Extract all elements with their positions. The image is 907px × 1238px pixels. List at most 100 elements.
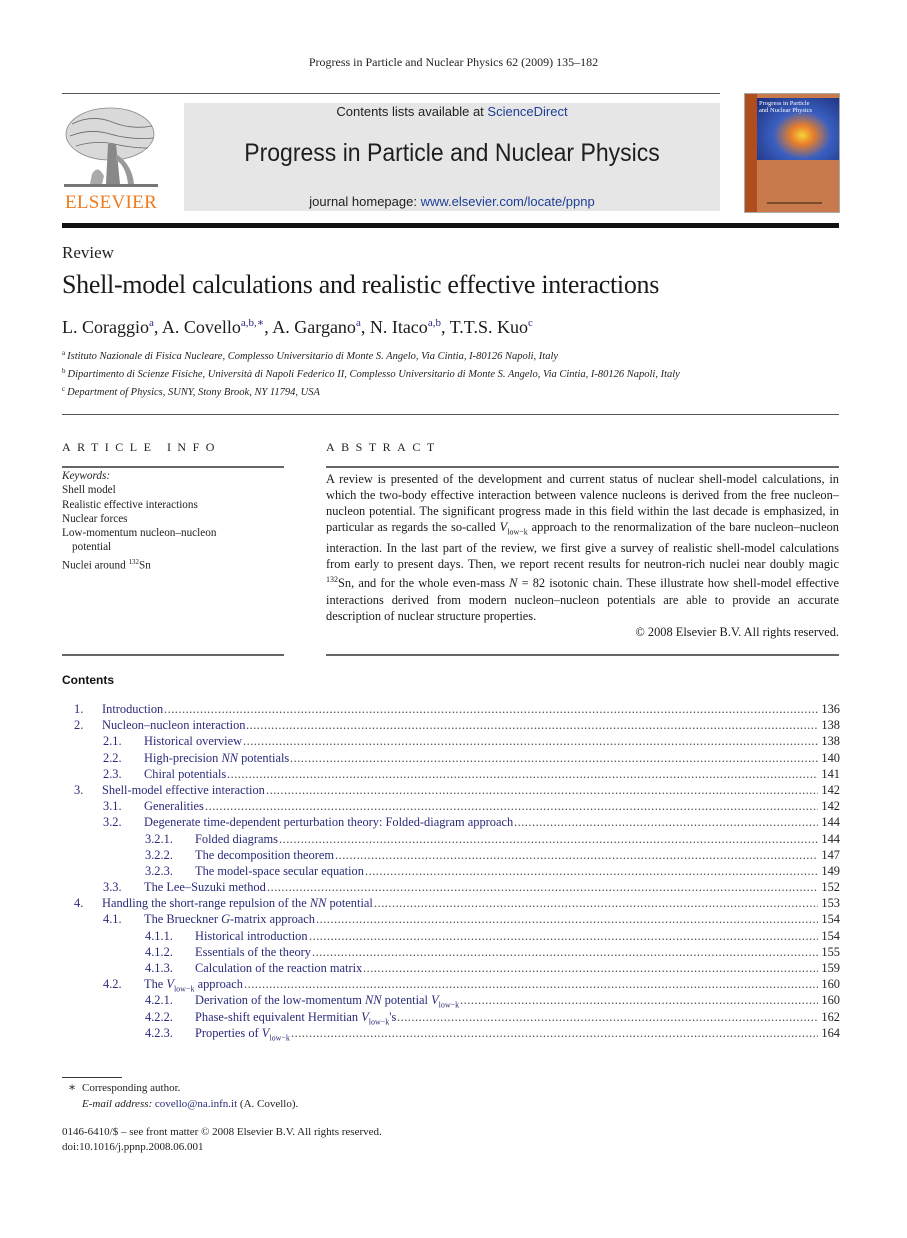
journal-homepage-line: journal homepage: www.elsevier.com/locat… — [184, 194, 720, 209]
toc-entry[interactable]: 4.2.2. Phase-shift equivalent Hermitian V… — [62, 1009, 842, 1026]
article-type: Review — [62, 243, 114, 262]
elsevier-logo[interactable]: ELSEVIER — [62, 104, 160, 214]
author: T.T.S. Kuo — [449, 317, 528, 337]
author-affil-link[interactable]: a — [356, 317, 361, 329]
toc-entry[interactable]: 4.1.1. Historical introduction...........… — [62, 928, 842, 944]
toc-entry-link[interactable]: Properties of Vlow−k — [195, 1025, 290, 1047]
toc-page-number: 152 — [821, 880, 840, 895]
doi-link[interactable]: doi:10.1016/j.ppnp.2008.06.001 — [62, 1141, 203, 1153]
toc-page-number: 154 — [821, 912, 840, 927]
toc-entry[interactable]: 1. Introduction..........................… — [62, 701, 842, 717]
toc-entry[interactable]: 4.2.1. Derivation of the low-momentum NN … — [62, 992, 842, 1009]
keyword-sup: 132 — [128, 557, 139, 566]
toc-entry-link[interactable]: Calculation of the reaction matrix — [195, 960, 362, 976]
toc-entry[interactable]: 2.3. Chiral potentials...................… — [62, 766, 842, 782]
email-line: E-mail address: covello@na.infn.it (A. C… — [82, 1098, 298, 1110]
toc-entry[interactable]: 2.1. Historical overview.................… — [62, 733, 842, 749]
toc-leader-dots: ........................................… — [290, 750, 818, 765]
toc-page-number: 159 — [821, 961, 840, 975]
toc-entry-number: 3.1. — [103, 799, 122, 814]
toc-leader-dots: ........................................… — [243, 734, 818, 749]
toc-entry-link[interactable]: Generalities — [144, 798, 204, 814]
toc-entry-link[interactable]: Folded diagrams — [195, 831, 278, 847]
author: A. Covello — [161, 317, 241, 337]
toc-entry-link[interactable]: Nucleon–nucleon interaction — [102, 717, 245, 733]
article-info-heading: ARTICLE INFO — [62, 440, 221, 454]
toc-entry[interactable]: 3.2. Degenerate time-dependent perturbati… — [62, 814, 842, 830]
author-affil-link[interactable]: c — [528, 317, 533, 329]
toc-entry-link[interactable]: Shell-model effective interaction — [102, 782, 265, 798]
toc-entry-link[interactable]: The decomposition theorem — [195, 847, 334, 863]
toc-entry-number: 3.2.1. — [145, 831, 173, 846]
toc-entry-number: 2. — [74, 718, 84, 733]
toc-page-number: 142 — [821, 782, 840, 797]
toc-entry-number: 3.2. — [103, 815, 122, 830]
toc-entry[interactable]: 3.1. Generalities........................… — [62, 798, 842, 814]
toc-entry[interactable]: 3. Shell-model effective interaction.....… — [62, 782, 842, 798]
author: L. Coraggio — [62, 317, 149, 337]
toc-entry-link[interactable]: High-precision NN potentials — [144, 750, 289, 766]
toc-entry-number: 4.1.2. — [145, 944, 173, 959]
toc-entry[interactable]: 3.2.1. Folded diagrams...................… — [62, 831, 842, 847]
toc-page-number: 155 — [821, 944, 840, 959]
toc-page-number: 147 — [821, 847, 840, 862]
toc-entry[interactable]: 4.1. The Brueckner G-matrix approach.....… — [62, 911, 842, 927]
sciencedirect-link[interactable]: ScienceDirect — [487, 104, 567, 119]
toc-entry-number: 4.2.2. — [145, 1009, 173, 1024]
header-thick-rule — [62, 223, 839, 228]
toc-entry-number: 4. — [74, 896, 84, 911]
elsevier-tree-icon — [64, 107, 158, 187]
toc-entry-link[interactable]: Introduction — [102, 701, 163, 717]
author-affil-link[interactable]: a,b — [428, 317, 441, 329]
affiliation: b Dipartimento di Scienze Fisiche, Univer… — [62, 367, 680, 380]
toc-entry[interactable]: 4.1.3. Calculation of the reaction matrix… — [62, 960, 842, 976]
toc-entry-link[interactable]: The model-space secular equation — [195, 863, 364, 879]
toc-leader-dots: ........................................… — [335, 847, 818, 862]
abstract-text: Sn, and for the whole even-mass — [338, 576, 510, 591]
journal-title: Progress in Particle and Nuclear Physics — [244, 139, 660, 167]
abstract-body: A review is presented of the development… — [326, 471, 839, 640]
journal-homepage-link[interactable]: www.elsevier.com/locate/ppnp — [421, 194, 595, 209]
toc-entry[interactable]: 3.2.3. The model-space secular equation..… — [62, 863, 842, 879]
toc-entry[interactable]: 4.1.2. Essentials of the theory..........… — [62, 944, 842, 960]
abstract-heading: ABSTRACT — [326, 440, 441, 454]
toc-entry-number: 4.1.3. — [145, 961, 173, 975]
toc-entry[interactable]: 2.2. High-precision NN potentials........… — [62, 750, 842, 766]
toc-entry-link[interactable]: Degenerate time-dependent perturbation t… — [144, 814, 513, 830]
toc-leader-dots: ........................................… — [514, 815, 818, 830]
toc-entry-link[interactable]: Historical introduction — [195, 928, 308, 944]
author-affil-link[interactable]: a — [149, 317, 154, 329]
toc-entry[interactable]: 2. Nucleon–nucleon interaction...........… — [62, 717, 842, 733]
author: A. Gargano — [272, 317, 356, 337]
toc-leader-dots: ........................................… — [266, 782, 818, 797]
email-link[interactable]: covello@na.infn.it — [155, 1098, 237, 1110]
toc-entry[interactable]: 3.3. The Lee–Suzuki method...............… — [62, 879, 842, 895]
toc-entry[interactable]: 4.2.3. Properties of Vlow−k..............… — [62, 1025, 842, 1042]
toc-entry[interactable]: 3.2.2. The decomposition theorem.........… — [62, 847, 842, 863]
section-divider — [62, 414, 839, 415]
toc-entry-link[interactable]: Handling the short-range repulsion of th… — [102, 895, 373, 911]
toc-entry[interactable]: 4. Handling the short-range repulsion of … — [62, 895, 842, 911]
toc-entry[interactable]: 4.2. The Vlow−k approach.................… — [62, 976, 842, 993]
toc-entry-number: 4.2. — [103, 977, 122, 992]
toc-entry-link[interactable]: The Lee–Suzuki method — [144, 879, 266, 895]
table-of-contents: 1. Introduction..........................… — [62, 701, 842, 1042]
toc-entry-link[interactable]: The Brueckner G-matrix approach — [144, 911, 315, 927]
toc-entry-link[interactable]: Essentials of the theory — [195, 944, 311, 960]
toc-entry-link[interactable]: Chiral potentials — [144, 766, 226, 782]
journal-cover-thumbnail[interactable]: Progress in Particle and Nuclear Physics — [744, 93, 840, 213]
abstract-rule — [326, 466, 839, 468]
email-suffix: (A. Covello). — [237, 1098, 299, 1110]
toc-entry-number: 4.2.1. — [145, 993, 173, 1008]
affiliation-mark: b — [62, 367, 66, 375]
toc-leader-dots: ........................................… — [312, 944, 818, 959]
contents-heading: Contents — [62, 673, 114, 687]
toc-leader-dots: ........................................… — [205, 799, 818, 814]
keyword: Nuclei around 132Sn — [62, 555, 282, 573]
keyword: Nuclear forces — [62, 512, 128, 525]
toc-entry-link[interactable]: Historical overview — [144, 733, 242, 749]
author-affil-link[interactable]: a,b,∗ — [241, 317, 264, 329]
elsevier-wordmark: ELSEVIER — [64, 192, 158, 213]
contents-prefix: Contents lists available at — [336, 104, 488, 119]
toc-leader-dots: ........................................… — [291, 1025, 818, 1040]
